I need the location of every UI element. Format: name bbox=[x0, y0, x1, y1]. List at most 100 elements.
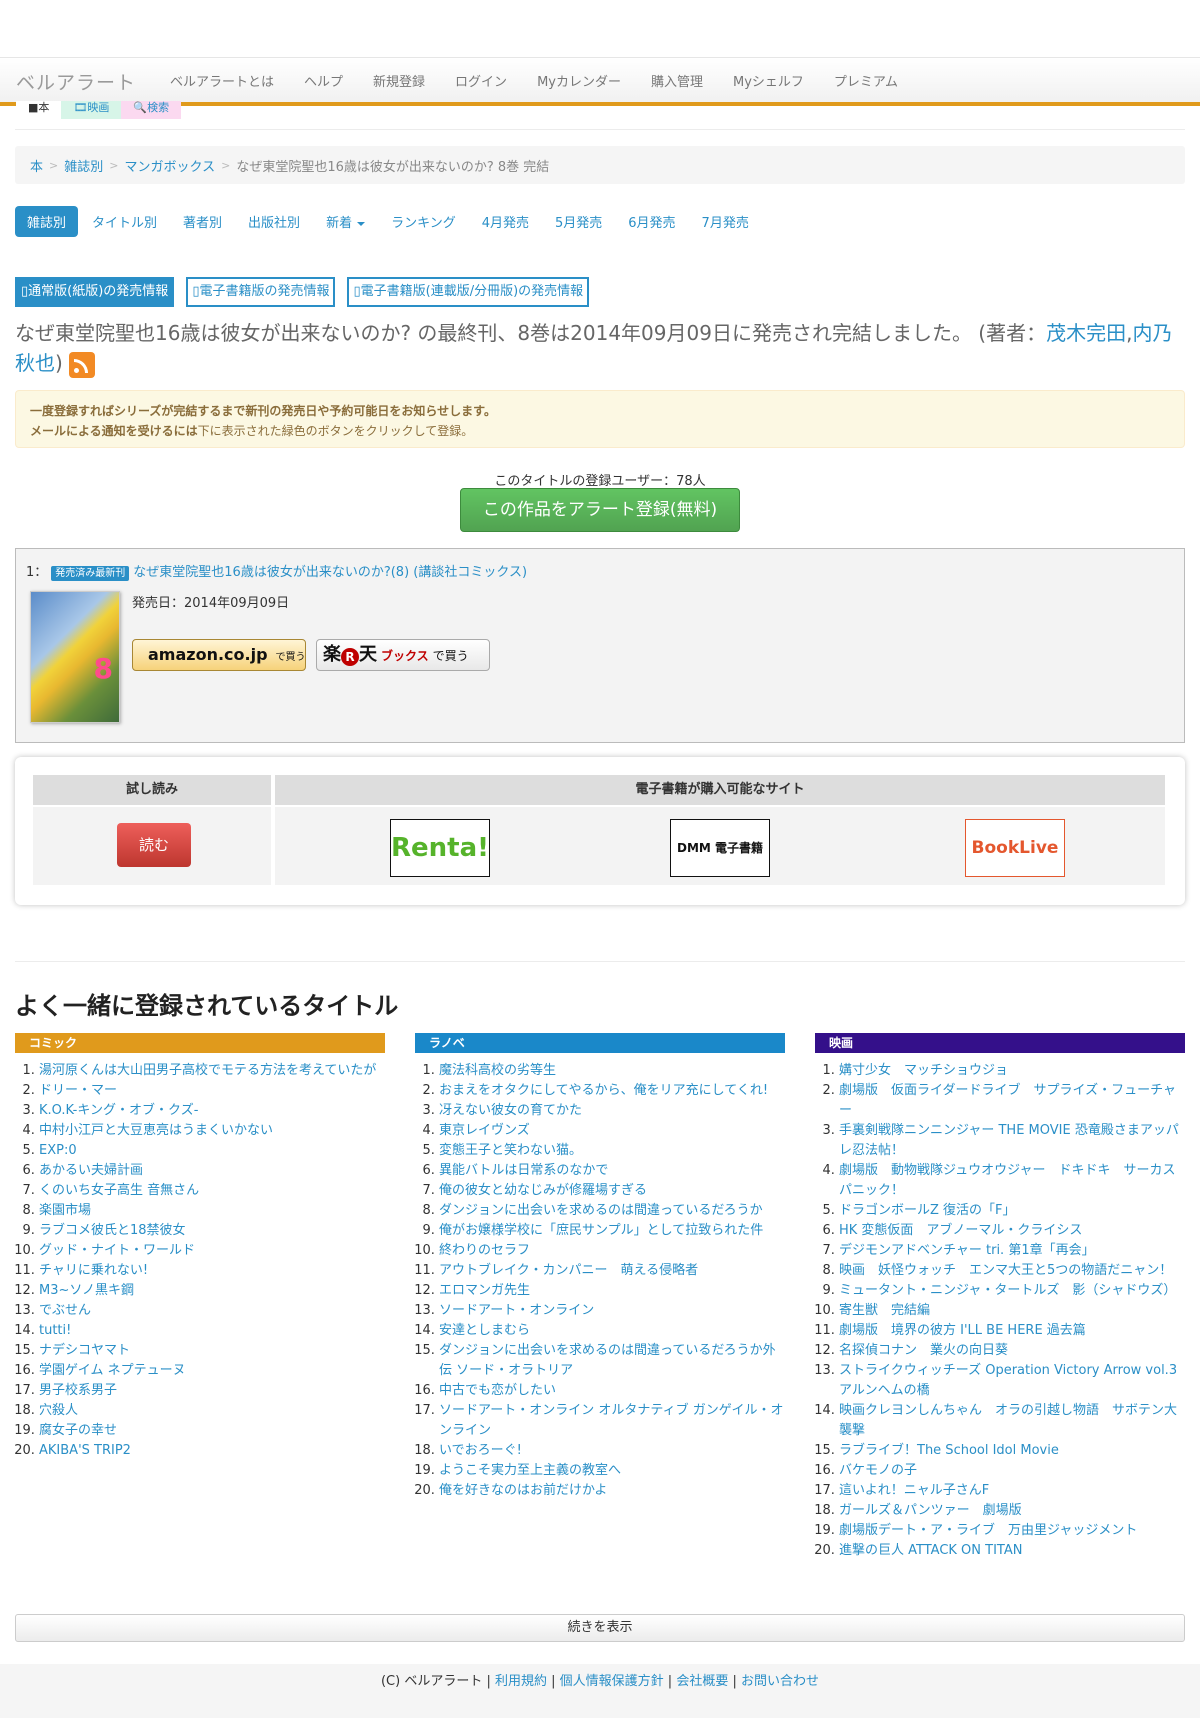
related-title-link[interactable]: ガールズ＆パンツァー 劇場版 bbox=[839, 1503, 1022, 1518]
related-title-link[interactable]: でぶせん bbox=[39, 1303, 91, 1318]
subnav-new-dropdown[interactable]: 新着 bbox=[314, 206, 377, 237]
related-title-link[interactable]: 俺がお嬢様学校に「庶民サンプル」として拉致られた件 bbox=[439, 1223, 763, 1238]
related-title-link[interactable]: ドラゴンボールZ 復活の「F」 bbox=[839, 1203, 1016, 1218]
related-title-link[interactable]: アウトブレイク・カンパニー 萌える侵略者 bbox=[439, 1263, 698, 1278]
related-title-link[interactable]: 腐女子の幸せ bbox=[39, 1423, 117, 1438]
nav-purchase-management[interactable]: 購入管理 bbox=[636, 71, 718, 90]
related-title-link[interactable]: デジモンアドベンチャー tri. 第1章「再会」 bbox=[839, 1243, 1095, 1258]
serial-release-button[interactable]: ▯電子書籍版(連載版/分冊版)の発売情報 bbox=[347, 277, 590, 307]
rakuten-buy-button[interactable]: 楽 R 天ブックス で買う bbox=[316, 639, 490, 671]
related-title-link[interactable]: 劇場版 仮面ライダードライブ サプライズ・フューチャー bbox=[839, 1083, 1176, 1118]
show-more-button[interactable]: 続きを表示 bbox=[15, 1614, 1185, 1642]
subnav-by-magazine[interactable]: 雑誌別 bbox=[15, 206, 79, 237]
related-title-link[interactable]: ドリー・マー bbox=[39, 1083, 117, 1098]
footer-link-company[interactable]: 会社概要 bbox=[676, 1674, 728, 1689]
related-title-link[interactable]: ソードアート・オンライン オルタナティブ ガンゲイル・オンライン bbox=[439, 1403, 783, 1438]
related-title-link[interactable]: ナデシコヤマト bbox=[39, 1343, 130, 1358]
subnav-april[interactable]: 4月発売 bbox=[470, 206, 541, 237]
ebook-release-button[interactable]: ▯電子書籍版の発売情報 bbox=[186, 277, 336, 307]
breadcrumb-mangabox[interactable]: マンガボックス bbox=[124, 156, 215, 175]
related-title-link[interactable]: EXP:0 bbox=[39, 1143, 77, 1158]
nav-my-calendar[interactable]: Myカレンダー bbox=[522, 71, 636, 90]
renta-logo-link[interactable]: Renta! bbox=[390, 819, 490, 877]
related-title-link[interactable]: いでおろーぐ! bbox=[439, 1443, 522, 1458]
subnav-by-title[interactable]: タイトル別 bbox=[80, 206, 169, 237]
breadcrumb-book[interactable]: 本 bbox=[30, 156, 43, 175]
related-title-link[interactable]: 這いよれ！ニャル子さんF bbox=[839, 1483, 989, 1498]
related-title-link[interactable]: 中古でも恋がしたい bbox=[439, 1383, 556, 1398]
subnav-june[interactable]: 6月発売 bbox=[616, 206, 687, 237]
related-title-link[interactable]: tutti! bbox=[39, 1323, 71, 1338]
subnav-ranking[interactable]: ランキング bbox=[379, 206, 468, 237]
related-title-link[interactable]: 楽園市場 bbox=[39, 1203, 91, 1218]
related-title-link[interactable]: 俺を好きなのはお前だけかよ bbox=[439, 1483, 607, 1498]
nav-signup[interactable]: 新規登録 bbox=[358, 71, 440, 90]
related-title-link[interactable]: ダンジョンに出会いを求めるのは間違っているだろうか bbox=[439, 1203, 763, 1218]
related-title-link[interactable]: くのいち女子高生 音無さん bbox=[39, 1183, 199, 1198]
related-title-link[interactable]: グッド・ナイト・ワールド bbox=[39, 1243, 195, 1258]
breadcrumb-magazine[interactable]: 雑誌別 bbox=[64, 156, 103, 175]
read-button[interactable]: 読む bbox=[117, 823, 191, 867]
related-title-link[interactable]: 中村小江戸と大豆恵亮はうまくいかない bbox=[39, 1123, 273, 1138]
related-title-link[interactable]: ダンジョンに出会いを求めるのは間違っているだろうか外伝 ソード・オラトリア bbox=[439, 1343, 776, 1378]
related-title-link[interactable]: バケモノの子 bbox=[839, 1463, 917, 1478]
related-title-link[interactable]: 異能バトルは日常系のなかで bbox=[439, 1163, 608, 1178]
brand-logo[interactable]: ベルアラート bbox=[16, 68, 136, 95]
related-title-link[interactable]: 劇場版デート・ア・ライブ 万由里ジャッジメント bbox=[839, 1523, 1137, 1538]
related-title-link[interactable]: おまえをオタクにしてやるから、俺をリア充にしてくれ! bbox=[439, 1083, 768, 1098]
tab-search[interactable]: 🔍検索 bbox=[121, 101, 182, 119]
related-title-link[interactable]: 進撃の巨人 ATTACK ON TITAN bbox=[839, 1543, 1022, 1558]
tab-book[interactable]: ■本 bbox=[16, 101, 62, 119]
related-title-link[interactable]: 変態王子と笑わない猫。 bbox=[439, 1143, 582, 1158]
dmm-logo-link[interactable]: DMM 電子書籍 bbox=[670, 819, 770, 877]
related-title-link[interactable]: 寄生獣 完結編 bbox=[839, 1303, 930, 1318]
related-title-link[interactable]: ストライクウィッチーズ Operation Victory Arrow vol.… bbox=[839, 1363, 1177, 1398]
related-title-link[interactable]: 映画 妖怪ウォッチ エンマ大王と5つの物語だニャン！ bbox=[839, 1263, 1172, 1278]
related-title-link[interactable]: 終わりのセラフ bbox=[439, 1243, 530, 1258]
related-title-link[interactable]: 学園ゲイム ネプテューヌ bbox=[39, 1363, 186, 1378]
related-title-link[interactable]: チャリに乗れない! bbox=[39, 1263, 148, 1278]
related-title-link[interactable]: 湯河原くんは大山田男子高校でモテる方法を考えていたが bbox=[39, 1063, 376, 1078]
alert-register-button[interactable]: この作品をアラート登録(無料) bbox=[460, 488, 740, 532]
related-title-link[interactable]: 魔法科高校の劣等生 bbox=[439, 1063, 556, 1078]
related-title-link[interactable]: 男子校系男子 bbox=[39, 1383, 117, 1398]
related-title-link[interactable]: ラブコメ彼氏と18禁彼女 bbox=[39, 1223, 186, 1238]
nav-premium[interactable]: プレミアム bbox=[819, 71, 913, 90]
related-title-link[interactable]: AKIBA'S TRIP2 bbox=[39, 1443, 131, 1458]
tab-movie[interactable]: 🎞映画 bbox=[61, 101, 122, 119]
related-title-link[interactable]: 劇場版 動物戦隊ジュウオウジャー ドキドキ サーカス パニック！ bbox=[839, 1163, 1188, 1198]
related-title-link[interactable]: 映画クレヨンしんちゃん オラの引越し物語 サボテン大襲撃 bbox=[839, 1403, 1177, 1438]
related-title-link[interactable]: 劇場版 境界の彼方 I'LL BE HERE 過去篇 bbox=[839, 1323, 1086, 1338]
book-cover-image[interactable]: 8 bbox=[30, 591, 120, 723]
related-title-link[interactable]: M3~ソノ黒キ鋼 bbox=[39, 1283, 134, 1298]
paper-release-button[interactable]: ▯通常版(紙版)の発売情報 bbox=[15, 277, 175, 307]
related-title-link[interactable]: 冴えない彼女の育てかた bbox=[439, 1103, 582, 1118]
related-title-link[interactable]: K.O.K-キング・オブ・クズ- bbox=[39, 1103, 198, 1118]
related-title-link[interactable]: ソードアート・オンライン bbox=[439, 1303, 594, 1318]
subnav-july[interactable]: 7月発売 bbox=[690, 206, 761, 237]
subnav-may[interactable]: 5月発売 bbox=[543, 206, 614, 237]
item-title-link[interactable]: なぜ東堂院聖也16歳は彼女が出来ないのか?(8) (講談社コミックス) bbox=[133, 565, 527, 580]
footer-link-terms[interactable]: 利用規約 bbox=[495, 1674, 547, 1689]
nav-about[interactable]: ベルアラートとは bbox=[155, 71, 289, 90]
related-title-link[interactable]: ラブライブ！The School Idol Movie bbox=[839, 1443, 1059, 1458]
related-title-link[interactable]: あかるい夫婦計画 bbox=[39, 1163, 143, 1178]
related-title-link[interactable]: 東京レイヴンズ bbox=[439, 1123, 530, 1138]
related-title-link[interactable]: ようこそ実力至上主義の教室へ bbox=[439, 1463, 621, 1478]
related-title-link[interactable]: 名探偵コナン 業火の向日葵 bbox=[839, 1343, 1008, 1358]
rss-icon[interactable] bbox=[69, 351, 96, 378]
nav-help[interactable]: ヘルプ bbox=[289, 71, 358, 90]
nav-login[interactable]: ログイン bbox=[440, 71, 522, 90]
amazon-buy-button[interactable]: amazon.co.jp で買う bbox=[132, 639, 306, 671]
footer-link-contact[interactable]: お問い合わせ bbox=[741, 1674, 819, 1689]
related-title-link[interactable]: 媾寸少女 マッチショウジョ bbox=[839, 1063, 1008, 1078]
author-link[interactable]: 茂木完田 bbox=[1046, 321, 1126, 345]
related-title-link[interactable]: 俺の彼女と幼なじみが修羅場すぎる bbox=[439, 1183, 647, 1198]
related-title-link[interactable]: 手裏剣戦隊ニンニンジャー THE MOVIE 恐竜殿さまアッパレ忍法帖！ bbox=[839, 1123, 1179, 1158]
related-title-link[interactable]: ミュータント・ニンジャ・タートルズ 影（シャドウズ） bbox=[839, 1283, 1176, 1298]
subnav-by-publisher[interactable]: 出版社別 bbox=[236, 206, 312, 237]
related-title-link[interactable]: 穴殺人 bbox=[39, 1403, 78, 1418]
related-title-link[interactable]: 安達としまむら bbox=[439, 1323, 530, 1338]
related-title-link[interactable]: エロマンガ先生 bbox=[439, 1283, 530, 1298]
related-title-link[interactable]: HK 変態仮面 アブノーマル・クライシス bbox=[839, 1223, 1082, 1238]
